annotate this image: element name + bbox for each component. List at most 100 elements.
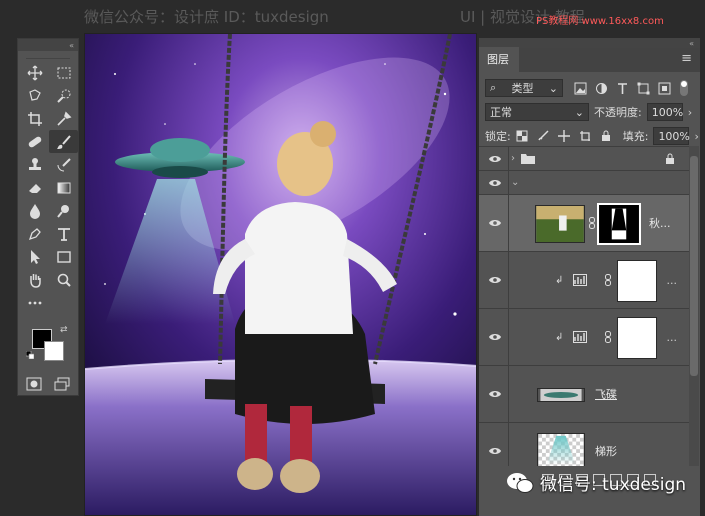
lock-artboard-icon[interactable] (579, 130, 591, 142)
lock-transparent-icon[interactable] (516, 130, 528, 142)
gradient-icon (57, 182, 70, 193)
swap-colors-icon[interactable]: ⇄ (60, 325, 68, 335)
rectangle-tool[interactable] (49, 245, 78, 268)
lasso-tool[interactable] (20, 84, 49, 107)
lock-all-icon[interactable] (600, 130, 612, 142)
rectangle-icon (56, 250, 71, 263)
layer-mask-thumbnail[interactable] (617, 317, 657, 359)
eye-icon[interactable] (488, 446, 502, 456)
filter-type-icon[interactable] (616, 82, 629, 95)
pen-icon (28, 227, 41, 240)
eye-icon[interactable] (488, 178, 502, 188)
marquee-icon (57, 67, 70, 78)
type-tool[interactable] (49, 222, 78, 245)
default-colors-icon[interactable] (26, 351, 34, 359)
path-select-tool[interactable] (20, 245, 49, 268)
more-tools[interactable] (20, 291, 49, 314)
eyedropper-tool[interactable] (49, 107, 78, 130)
layer-mask-thumbnail[interactable] (597, 203, 641, 245)
eye-icon[interactable] (488, 275, 502, 285)
blend-mode-select[interactable]: 正常 ⌄ (485, 103, 589, 121)
toolbar-header[interactable]: « (18, 39, 78, 51)
stamp-tool[interactable] (20, 153, 49, 176)
filter-pixel-icon[interactable] (574, 82, 587, 95)
crop-tool[interactable] (20, 107, 49, 130)
eye-icon[interactable] (488, 332, 502, 342)
layer-row-group[interactable]: › (479, 147, 689, 171)
eye-icon[interactable] (488, 154, 502, 164)
filter-toggle[interactable] (680, 80, 688, 96)
layer-thumbnail[interactable] (537, 433, 585, 466)
levels-icon (573, 331, 587, 343)
eraser-icon (28, 183, 41, 193)
layer-row-swing[interactable]: 秋... (479, 195, 689, 252)
layer-row-trapezoid[interactable]: 梯形 (479, 423, 689, 466)
layer-row-adjustment[interactable]: ↲ ... (479, 252, 689, 309)
quick-select-icon (56, 89, 70, 103)
watermark-top: 微信公众号：设计庶 ID：tuxdesign (84, 8, 329, 26)
layer-row-ufo[interactable]: 飞碟 (479, 366, 689, 423)
eyedropper-icon (56, 111, 71, 126)
zoom-tool[interactable] (49, 268, 78, 291)
collapse-icon[interactable]: « (69, 41, 74, 50)
wechat-watermark: 微信号: tuxdesign (506, 470, 686, 495)
zoom-icon (57, 273, 71, 287)
opacity-field[interactable]: 100% (646, 103, 683, 121)
quick-mask-icon[interactable] (26, 377, 42, 391)
document-canvas[interactable] (84, 33, 477, 516)
toolbar-grip[interactable] (26, 51, 70, 59)
eye-icon[interactable] (488, 389, 502, 399)
layers-scrollbar[interactable] (689, 146, 699, 466)
marquee-tool[interactable] (49, 61, 78, 84)
filter-kind-label: 类型 (511, 82, 534, 95)
lock-pixels-icon[interactable] (537, 130, 549, 142)
blur-icon (29, 203, 40, 219)
chevron-down-icon[interactable]: ⌄ (511, 177, 519, 188)
link-icon[interactable] (605, 331, 611, 343)
layer-name: ... (666, 273, 678, 287)
eraser-tool[interactable] (20, 176, 49, 199)
layer-filter-select[interactable]: ⌕ 类型 ⌄ (485, 79, 563, 97)
hand-tool[interactable] (20, 268, 49, 291)
eye-icon[interactable] (488, 218, 502, 228)
link-icon[interactable] (589, 217, 595, 229)
move-tool[interactable] (20, 61, 49, 84)
chevron-right-icon[interactable]: › (694, 130, 698, 143)
gradient-tool[interactable] (49, 176, 78, 199)
quick-select-tool[interactable] (49, 84, 78, 107)
chevron-down-icon: ⌄ (548, 81, 558, 95)
panel-menu-icon[interactable]: ≡ (681, 51, 700, 72)
blur-tool[interactable] (20, 199, 49, 222)
collapse-icon[interactable]: « (689, 39, 694, 48)
filter-shape-icon[interactable] (637, 82, 650, 95)
layer-row-adjustment[interactable]: ↲ ... (479, 309, 689, 366)
layer-thumbnail[interactable] (535, 205, 585, 243)
dodge-tool[interactable] (49, 199, 78, 222)
healing-tool[interactable] (20, 130, 49, 153)
layer-thumbnail[interactable] (537, 388, 585, 402)
pen-tool[interactable] (20, 222, 49, 245)
layer-mask-thumbnail[interactable] (617, 260, 657, 302)
chevron-right-icon[interactable]: › (511, 153, 515, 164)
lock-position-icon[interactable] (557, 130, 570, 142)
color-swatches: ⇄ (26, 325, 72, 365)
history-brush-icon (57, 157, 71, 171)
history-brush-tool[interactable] (49, 153, 78, 176)
canvas-artwork (85, 34, 476, 515)
link-icon[interactable] (605, 274, 611, 286)
background-color-swatch[interactable] (44, 341, 64, 361)
fill-field[interactable]: 100% (653, 127, 690, 145)
scrollbar-thumb[interactable] (690, 156, 698, 376)
filter-smart-object-icon[interactable] (658, 82, 671, 95)
screen-mode-icon[interactable] (54, 377, 70, 391)
chevron-down-icon: ⌄ (574, 105, 584, 119)
filter-adjustment-icon[interactable] (595, 82, 608, 95)
girl-leg-left (245, 404, 267, 464)
lock-icon (666, 153, 674, 164)
tab-layers[interactable]: 图层 (479, 47, 519, 72)
brush-tool[interactable] (49, 130, 78, 153)
layer-row-group-open[interactable]: ⌄ (479, 171, 689, 195)
brush-icon (56, 134, 71, 149)
chevron-right-icon[interactable]: › (688, 106, 692, 119)
clipping-mask-icon: ↲ (555, 331, 564, 343)
